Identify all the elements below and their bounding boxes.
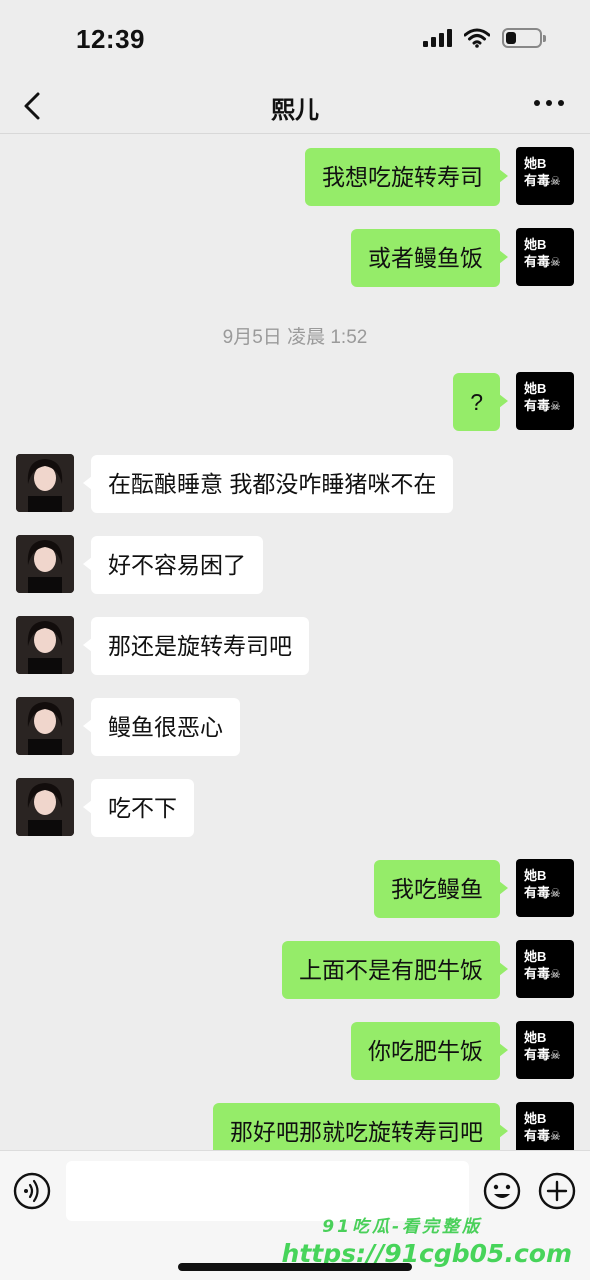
message-row-sent: 上面不是有肥牛饭 她B 有毒☠	[0, 940, 590, 1000]
watermark: 91吃瓜-看完整版 https://91cgb05.com	[272, 1212, 572, 1268]
message-row-sent: 我吃鳗鱼 她B 有毒☠	[0, 859, 590, 919]
my-avatar[interactable]: 她B 有毒☠	[516, 1021, 574, 1079]
more-options-icon[interactable]	[534, 100, 564, 106]
watermark-line1: 91吃瓜-看完整版	[322, 1217, 482, 1237]
message-row-received: 鳗鱼很恶心	[0, 697, 590, 757]
message-row-sent: 我想吃旋转寿司 她B 有毒☠	[0, 147, 590, 207]
contact-avatar[interactable]	[16, 454, 74, 512]
status-icons	[423, 28, 546, 48]
chat-history[interactable]: 我想吃旋转寿司 她B 有毒☠ 或者鳗鱼饭 她B 有毒☠ 9月5日 凌晨 1:52 ?…	[0, 134, 590, 1150]
home-indicator[interactable]	[178, 1263, 412, 1271]
message-row-sent: 或者鳗鱼饭 她B 有毒☠	[0, 228, 590, 288]
chat-header: 熙儿	[0, 78, 590, 134]
chat-title: 熙儿	[271, 97, 319, 124]
contact-avatar[interactable]	[16, 535, 74, 593]
message-bubble-sent[interactable]: 我吃鳗鱼	[374, 860, 508, 918]
plus-icon[interactable]	[537, 1171, 577, 1211]
message-timestamp: 9月5日 凌晨 1:52	[222, 327, 368, 348]
message-row-sent: 那好吧那就吃旋转寿司吧 她B 有毒☠	[0, 1102, 590, 1150]
message-row-received: 好不容易困了	[0, 535, 590, 595]
contact-avatar[interactable]	[16, 778, 74, 836]
message-bubble-received[interactable]: 好不容易困了	[83, 536, 263, 594]
message-row-sent: ? 她B 有毒☠	[0, 372, 590, 432]
skull-icon: ☠	[550, 174, 561, 188]
message-row-received: 吃不下	[0, 778, 590, 838]
my-avatar[interactable]: 她B 有毒☠	[516, 147, 574, 205]
message-bubble-sent[interactable]: ?	[453, 373, 508, 431]
contact-avatar[interactable]	[16, 697, 74, 755]
battery-icon	[502, 28, 546, 48]
message-bubble-sent[interactable]: 我想吃旋转寿司	[305, 148, 508, 206]
my-avatar[interactable]: 她B 有毒☠	[516, 372, 574, 430]
message-bubble-received[interactable]: 吃不下	[83, 779, 194, 837]
message-bubble-sent[interactable]: 那好吧那就吃旋转寿司吧	[213, 1103, 508, 1150]
message-row-received: 在酝酿睡意 我都没咋睡猪咪不在	[0, 454, 590, 514]
status-bar: 12:39	[0, 0, 590, 78]
skull-icon: ☠	[550, 399, 561, 413]
skull-icon: ☠	[550, 886, 561, 900]
emoji-icon[interactable]	[482, 1171, 522, 1211]
my-avatar[interactable]: 她B 有毒☠	[516, 228, 574, 286]
my-avatar[interactable]: 她B 有毒☠	[516, 1102, 574, 1150]
message-bubble-sent[interactable]: 你吃肥牛饭	[351, 1022, 508, 1080]
signal-icon	[423, 29, 452, 47]
skull-icon: ☠	[550, 967, 561, 981]
skull-icon: ☠	[550, 1048, 561, 1062]
message-bubble-sent[interactable]: 或者鳗鱼饭	[351, 229, 508, 287]
skull-icon: ☠	[550, 1129, 561, 1143]
message-bubble-received[interactable]: 鳗鱼很恶心	[83, 698, 240, 756]
message-row-sent: 你吃肥牛饭 她B 有毒☠	[0, 1021, 590, 1081]
wifi-icon	[464, 28, 490, 48]
message-bubble-sent[interactable]: 上面不是有肥牛饭	[282, 941, 508, 999]
message-row-received: 那还是旋转寿司吧	[0, 616, 590, 676]
my-avatar[interactable]: 她B 有毒☠	[516, 940, 574, 998]
status-time: 12:39	[76, 24, 145, 54]
message-bubble-received[interactable]: 在酝酿睡意 我都没咋睡猪咪不在	[82, 455, 454, 513]
my-avatar[interactable]: 她B 有毒☠	[516, 859, 574, 917]
contact-avatar[interactable]	[16, 616, 74, 674]
voice-icon[interactable]	[12, 1171, 52, 1211]
skull-icon: ☠	[550, 255, 561, 269]
message-bubble-received[interactable]: 那还是旋转寿司吧	[83, 617, 309, 675]
